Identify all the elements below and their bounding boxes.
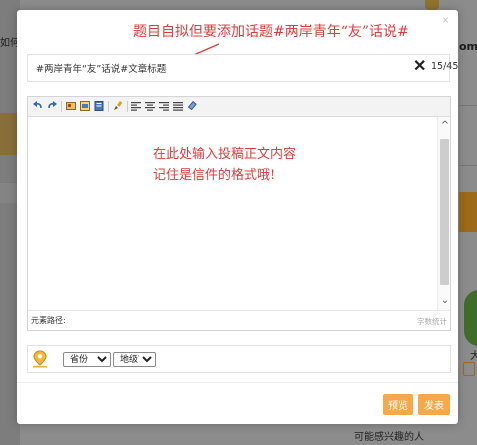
undo-icon[interactable] [33, 101, 43, 111]
align-left-icon[interactable] [131, 101, 141, 111]
toolbar-separator [108, 101, 109, 112]
background-right-divider [459, 165, 477, 166]
preview-button[interactable]: 预览 [383, 394, 413, 415]
background-right-label: 大 [470, 351, 477, 362]
background-bottom-text: 可能感兴趣的人 [354, 432, 424, 443]
eraser-icon[interactable] [187, 101, 197, 111]
province-select[interactable]: 省份 [63, 352, 111, 367]
word-count-link[interactable]: 字数统计 [417, 316, 447, 327]
image-icon[interactable] [66, 101, 76, 111]
scroll-up-icon[interactable]: ^ [439, 120, 451, 132]
redo-icon[interactable] [47, 101, 57, 111]
format-brush-icon[interactable] [113, 101, 123, 111]
clear-title-icon[interactable]: ✕ [413, 57, 426, 77]
background-right-divider [459, 105, 477, 106]
city-select[interactable]: 地级市 [113, 352, 156, 367]
background-right-text: om [459, 40, 477, 53]
footer-divider [17, 382, 458, 383]
editor-content-area[interactable]: 在此处输入投稿正文内容 记住是信件的格式哦! [28, 117, 436, 310]
background-right-button [459, 192, 477, 232]
title-input[interactable] [28, 55, 406, 81]
location-selector: 省份 地级市 [27, 345, 451, 373]
title-annotation: 题目自拟但要添加话题#两岸青年“友”话说# [133, 24, 409, 40]
editor-scrollbar[interactable]: ^ ⌄ [437, 117, 450, 310]
scroll-down-icon[interactable]: ⌄ [439, 295, 451, 307]
content-hint-line: 记住是信件的格式哦! [153, 168, 276, 183]
background-top-decoration [425, 0, 439, 10]
element-path-label: 元素路径: [31, 316, 66, 325]
editor-statusbar: 元素路径: 字数统计 [28, 310, 450, 330]
close-icon[interactable]: × [439, 13, 452, 27]
gallery-icon[interactable] [80, 101, 90, 111]
background-right-checkbox [463, 362, 475, 376]
location-pin-icon [33, 350, 47, 371]
content-hint-line: 在此处输入投稿正文内容 [153, 147, 297, 162]
editor-toolbar [28, 97, 450, 117]
title-field: ✕ 15/45 [27, 54, 458, 82]
content-annotation: 在此处输入投稿正文内容 记住是信件的格式哦! [153, 144, 296, 186]
post-editor-dialog: × 题目自拟但要添加话题#两岸青年“友”话说# ✕ 15/45 [17, 10, 458, 424]
scroll-thumb[interactable] [440, 139, 449, 285]
toolbar-separator [127, 101, 128, 112]
title-char-count: 15/45 [431, 61, 459, 72]
justify-icon[interactable] [173, 101, 183, 111]
align-center-icon[interactable] [145, 101, 155, 111]
document-icon[interactable] [94, 101, 104, 111]
publish-button[interactable]: 发表 [418, 394, 450, 415]
rich-text-editor: 在此处输入投稿正文内容 记住是信件的格式哦! ^ ⌄ 元素路径: 字数统计 [27, 96, 451, 331]
background-avatar [464, 290, 477, 346]
toolbar-separator [61, 101, 62, 112]
align-right-icon[interactable] [159, 101, 169, 111]
